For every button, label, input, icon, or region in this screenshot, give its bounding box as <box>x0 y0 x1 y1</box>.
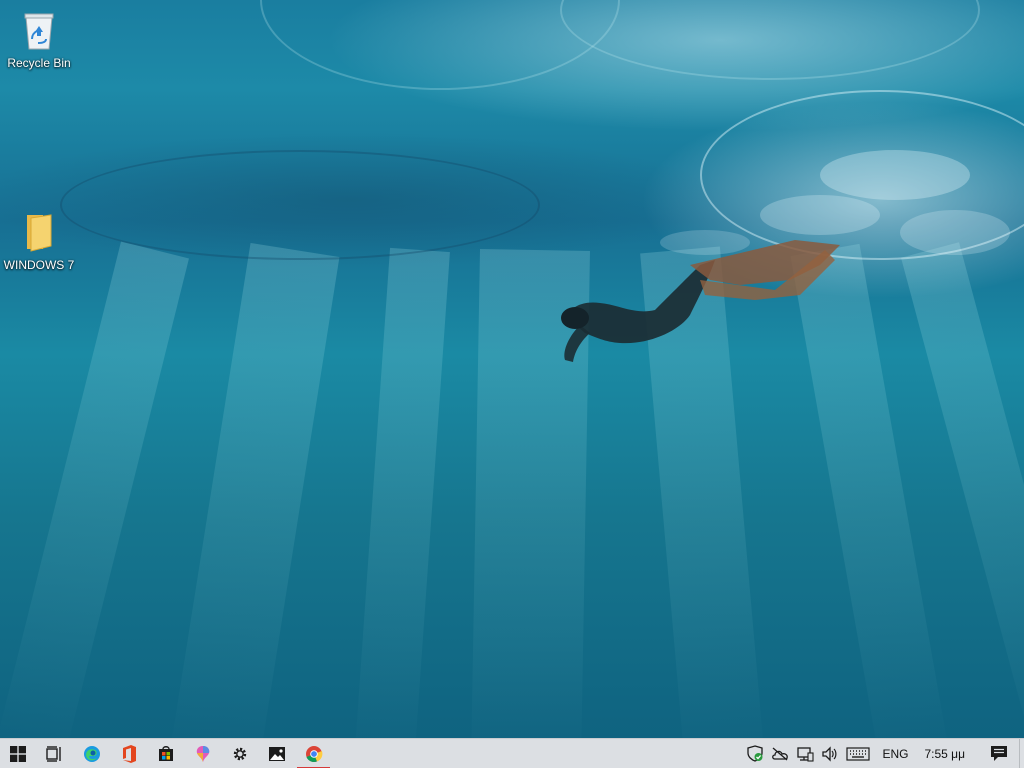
desktop-wallpaper[interactable]: Recycle Bin WINDOWS 7 <box>0 0 1024 738</box>
onedrive-offline-icon <box>772 747 788 760</box>
photos-icon <box>268 746 285 761</box>
keyboard-icon <box>846 746 871 761</box>
light-ray <box>353 247 450 738</box>
light-ray <box>0 241 189 738</box>
desktop-icon-recycle-bin[interactable]: Recycle Bin <box>2 8 76 70</box>
settings-taskbar-button[interactable] <box>221 739 258 768</box>
edge-icon <box>83 745 100 762</box>
desktop-icon-windows7-folder[interactable]: WINDOWS 7 <box>2 210 76 272</box>
start-button[interactable] <box>0 739 36 768</box>
clock[interactable]: 7:55 μμ <box>916 747 973 761</box>
network-icon <box>797 746 814 762</box>
touch-keyboard-tray-button[interactable] <box>842 739 874 768</box>
desktop-icon-label: WINDOWS 7 <box>3 258 75 272</box>
notification-icon <box>991 746 1007 761</box>
desktop-icon-label: Recycle Bin <box>7 56 71 70</box>
photos-taskbar-button[interactable] <box>258 739 295 768</box>
security-shield-icon <box>747 745 763 762</box>
onedrive-tray-button[interactable] <box>767 739 792 768</box>
network-tray-button[interactable] <box>792 739 817 768</box>
office-icon <box>122 744 136 763</box>
paint-icon <box>196 745 209 762</box>
office-taskbar-button[interactable] <box>110 739 147 768</box>
security-tray-button[interactable] <box>742 739 767 768</box>
taskbar: ENG 7:55 μμ <box>0 738 1024 768</box>
input-language-indicator[interactable]: ENG <box>874 747 916 761</box>
store-icon <box>158 746 173 761</box>
system-tray: ENG 7:55 μμ <box>742 738 1024 768</box>
surface-foam <box>900 210 1010 255</box>
folder-icon <box>19 210 59 254</box>
task-view-icon <box>45 745 61 762</box>
store-taskbar-button[interactable] <box>147 739 184 768</box>
recycle-bin-icon <box>19 8 59 52</box>
windows-logo-icon <box>10 745 26 762</box>
gear-icon <box>233 747 246 760</box>
volume-icon <box>822 745 837 762</box>
action-center-button[interactable] <box>979 739 1019 768</box>
chrome-taskbar-button[interactable] <box>295 739 332 768</box>
surface-foam <box>820 150 970 200</box>
surface-swirl <box>60 150 540 260</box>
task-view-button[interactable] <box>36 739 73 768</box>
edge-taskbar-button[interactable] <box>73 739 110 768</box>
light-ray <box>169 242 340 738</box>
volume-tray-button[interactable] <box>817 739 842 768</box>
snorkeler-figure <box>561 240 840 362</box>
surface-swirl <box>560 0 980 80</box>
show-desktop-button[interactable] <box>1019 738 1024 768</box>
chrome-icon <box>305 745 322 762</box>
paint3d-taskbar-button[interactable] <box>184 739 221 768</box>
